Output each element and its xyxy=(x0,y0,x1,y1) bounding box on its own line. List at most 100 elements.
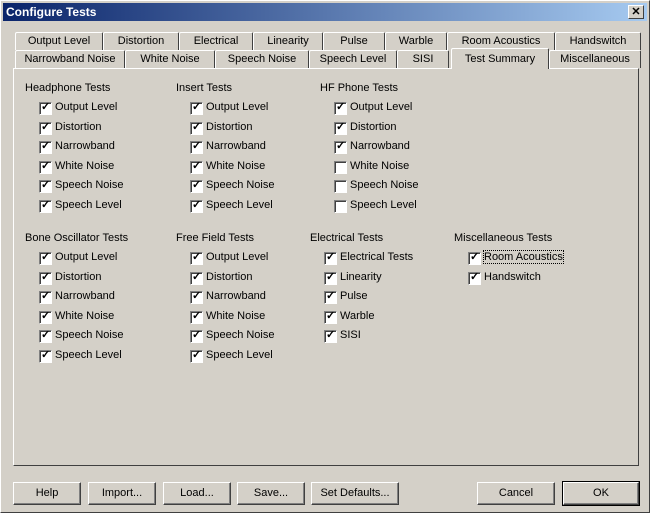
checkbox-label[interactable]: Speech Noise xyxy=(206,329,275,341)
checkbox[interactable]: ✓ xyxy=(190,179,203,194)
checkbox[interactable]: ✓ xyxy=(190,270,203,285)
title-bar[interactable]: Configure Tests ✕ xyxy=(3,3,647,21)
checkbox-label[interactable]: Speech Noise xyxy=(55,329,124,341)
checkbox[interactable]: ✓ xyxy=(39,121,52,135)
tab-miscellaneous[interactable]: Miscellaneous xyxy=(549,50,641,68)
checkbox-label[interactable]: Pulse xyxy=(340,290,368,302)
checkbox-label[interactable]: Output Level xyxy=(206,101,268,113)
checkbox[interactable]: ✓ xyxy=(39,271,52,285)
checkbox-label[interactable]: Narrowband xyxy=(55,290,115,302)
ok-button[interactable]: OK xyxy=(562,481,640,506)
checkbox[interactable]: ✓ xyxy=(39,101,52,115)
import-button[interactable]: Import... xyxy=(88,482,156,505)
checkbox-label[interactable]: White Noise xyxy=(206,310,265,322)
checkbox-label[interactable]: Speech Level xyxy=(55,349,122,361)
checkbox-label[interactable]: White Noise xyxy=(55,310,114,322)
checkbox-label[interactable]: Speech Level xyxy=(206,199,273,211)
checkbox-label[interactable]: Warble xyxy=(340,310,374,322)
tab-speech-noise[interactable]: Speech Noise xyxy=(215,50,309,68)
tab-white-noise[interactable]: White Noise xyxy=(125,50,215,68)
save-button[interactable]: Save... xyxy=(237,482,305,505)
checkbox-label[interactable]: Speech Level xyxy=(206,349,273,361)
checkbox-label[interactable]: White Noise xyxy=(350,160,409,172)
tab-speech-level[interactable]: Speech Level xyxy=(309,50,397,68)
checkbox[interactable]: ✓ xyxy=(190,310,203,324)
checkbox-label[interactable]: Distortion xyxy=(55,121,101,133)
checkbox[interactable] xyxy=(334,200,347,213)
tab-pulse[interactable]: Pulse xyxy=(323,32,385,50)
checkbox-label[interactable]: Distortion xyxy=(55,271,101,283)
checkbox[interactable]: ✓ xyxy=(324,329,337,344)
check-icon: ✓ xyxy=(192,179,202,192)
help-button[interactable]: Help xyxy=(13,482,81,505)
tab-distortion[interactable]: Distortion xyxy=(103,32,179,50)
checkbox-label[interactable]: Distortion xyxy=(206,121,252,133)
tab-output-level[interactable]: Output Level xyxy=(15,32,103,50)
checkbox[interactable]: ✓ xyxy=(334,101,347,115)
tab-handswitch[interactable]: Handswitch xyxy=(555,32,641,50)
checkbox-label[interactable]: Narrowband xyxy=(206,140,266,152)
checkbox[interactable]: ✓ xyxy=(39,329,52,344)
checkbox-label[interactable]: Room Acoustics xyxy=(483,250,564,264)
checkbox[interactable]: ✓ xyxy=(324,290,337,305)
checkbox[interactable]: ✓ xyxy=(324,251,337,265)
checkbox[interactable]: ✓ xyxy=(190,329,203,344)
checkbox-label[interactable]: Narrowband xyxy=(350,140,410,152)
checkbox-label[interactable]: Output Level xyxy=(206,251,268,263)
check-icon: ✓ xyxy=(192,270,202,283)
checkbox[interactable]: ✓ xyxy=(39,310,52,324)
checkbox[interactable]: ✓ xyxy=(190,140,203,155)
tab-test-summary[interactable]: Test Summary xyxy=(451,48,549,69)
checkbox[interactable]: ✓ xyxy=(39,179,52,194)
checkbox[interactable]: ✓ xyxy=(39,199,52,213)
close-icon[interactable]: ✕ xyxy=(628,5,644,19)
checkbox-label[interactable]: Electrical Tests xyxy=(340,251,413,263)
checkbox-label[interactable]: Narrowband xyxy=(206,290,266,302)
checkbox-label[interactable]: Linearity xyxy=(340,271,382,283)
checkbox[interactable]: ✓ xyxy=(324,310,337,324)
checkbox[interactable]: ✓ xyxy=(190,101,203,115)
checkbox-label[interactable]: Speech Level xyxy=(55,199,122,211)
checkbox[interactable]: ✓ xyxy=(334,140,347,155)
checkbox-label[interactable]: Output Level xyxy=(350,101,412,113)
checkbox[interactable]: ✓ xyxy=(190,349,203,363)
checkbox-label[interactable]: White Noise xyxy=(206,160,265,172)
checkbox[interactable] xyxy=(334,160,347,174)
checkbox-label[interactable]: Speech Noise xyxy=(206,179,275,191)
tab-warble[interactable]: Warble xyxy=(385,32,447,50)
checkbox[interactable]: ✓ xyxy=(190,199,203,213)
checkbox[interactable]: ✓ xyxy=(39,160,52,174)
checkbox[interactable]: ✓ xyxy=(190,160,203,174)
checkbox[interactable]: ✓ xyxy=(39,290,52,305)
tab-narrowband-noise[interactable]: Narrowband Noise xyxy=(15,50,125,68)
checkbox-label[interactable]: SISI xyxy=(340,329,361,341)
checkbox-label[interactable]: Speech Level xyxy=(350,199,417,211)
tab-sisi[interactable]: SISI xyxy=(397,50,449,68)
checkbox[interactable]: ✓ xyxy=(190,290,203,305)
checkbox-label[interactable]: Output Level xyxy=(55,101,117,113)
checkbox-label[interactable]: Distortion xyxy=(350,121,396,133)
checkbox-label[interactable]: Output Level xyxy=(55,251,117,263)
checkbox[interactable]: ✓ xyxy=(468,271,481,285)
checkbox[interactable]: ✓ xyxy=(39,349,52,363)
checkbox-label[interactable]: Distortion xyxy=(206,271,252,283)
checkbox[interactable]: ✓ xyxy=(468,251,481,265)
group-title: HF Phone Tests xyxy=(320,82,399,94)
checkbox[interactable]: ✓ xyxy=(190,251,203,265)
checkbox-label[interactable]: Speech Noise xyxy=(350,179,419,191)
cancel-button[interactable]: Cancel xyxy=(477,482,555,505)
checkbox-label[interactable]: Narrowband xyxy=(55,140,115,152)
checkbox[interactable] xyxy=(334,180,347,194)
checkbox-label[interactable]: White Noise xyxy=(55,160,114,172)
tab-linearity[interactable]: Linearity xyxy=(253,32,323,50)
checkbox-label[interactable]: Handswitch xyxy=(484,271,541,283)
checkbox[interactable]: ✓ xyxy=(39,140,52,155)
load-button[interactable]: Load... xyxy=(163,482,231,505)
tab-electrical[interactable]: Electrical xyxy=(179,32,253,50)
checkbox-label[interactable]: Speech Noise xyxy=(55,179,124,191)
checkbox[interactable]: ✓ xyxy=(334,121,347,135)
checkbox[interactable]: ✓ xyxy=(324,271,337,285)
checkbox[interactable]: ✓ xyxy=(190,121,203,135)
checkbox[interactable]: ✓ xyxy=(39,251,52,265)
set-defaults-button[interactable]: Set Defaults... xyxy=(311,482,399,505)
